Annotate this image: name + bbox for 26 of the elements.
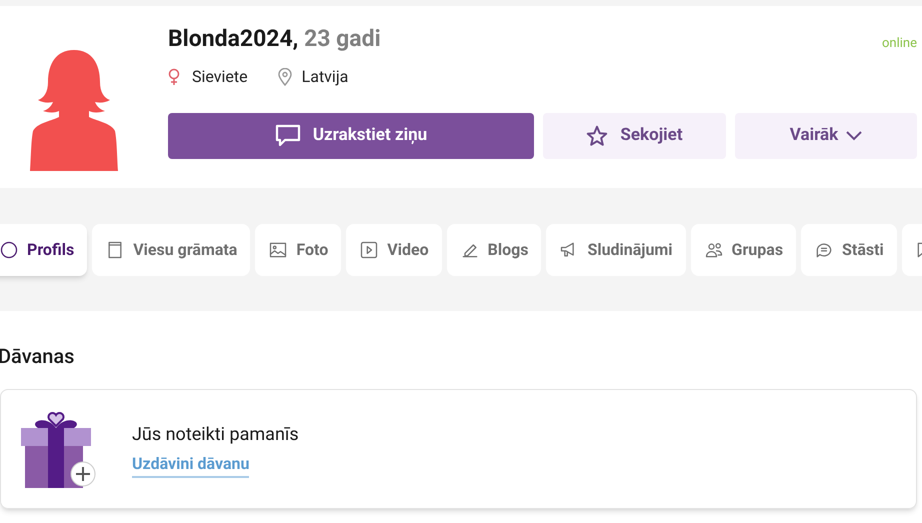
- profile-title: Blonda2024, 23 gadi: [168, 26, 381, 52]
- message-button[interactable]: Uzrakstiet ziņu: [168, 112, 534, 158]
- profile-tab[interactable]: Video: [346, 224, 442, 276]
- give-gift-link[interactable]: Uzdāvini dāvanu: [132, 452, 250, 478]
- profile-tab[interactable]: Profils: [0, 224, 88, 276]
- profile-tab[interactable]: Grupas: [690, 224, 796, 276]
- profile-tab[interactable]: Stāsti: [801, 224, 897, 276]
- play-icon: [359, 240, 380, 260]
- location-text: Latvija: [302, 66, 348, 88]
- profile-tab[interactable]: Sludinājumi: [546, 224, 686, 276]
- more-button[interactable]: Vairāk: [735, 112, 917, 158]
- female-icon: [168, 68, 180, 86]
- profile-tab[interactable]: Viesu grāmata: [92, 224, 250, 276]
- follow-button[interactable]: Sekojiet: [543, 112, 726, 158]
- user-icon: [0, 240, 19, 260]
- image-icon: [268, 240, 288, 260]
- people-icon: [704, 240, 724, 260]
- chevron-down-icon: [846, 130, 862, 140]
- gender-text: Sieviete: [192, 66, 248, 88]
- chat-icon: [274, 124, 301, 148]
- online-status: online: [882, 35, 917, 53]
- profile-tab[interactable]: Blogs: [446, 224, 542, 276]
- gift-message: Jūs noteikti pamanīs: [132, 422, 299, 446]
- star-icon: [586, 124, 608, 146]
- location-pin-icon: [278, 68, 292, 86]
- profile-tab[interactable]: Foto: [255, 224, 342, 276]
